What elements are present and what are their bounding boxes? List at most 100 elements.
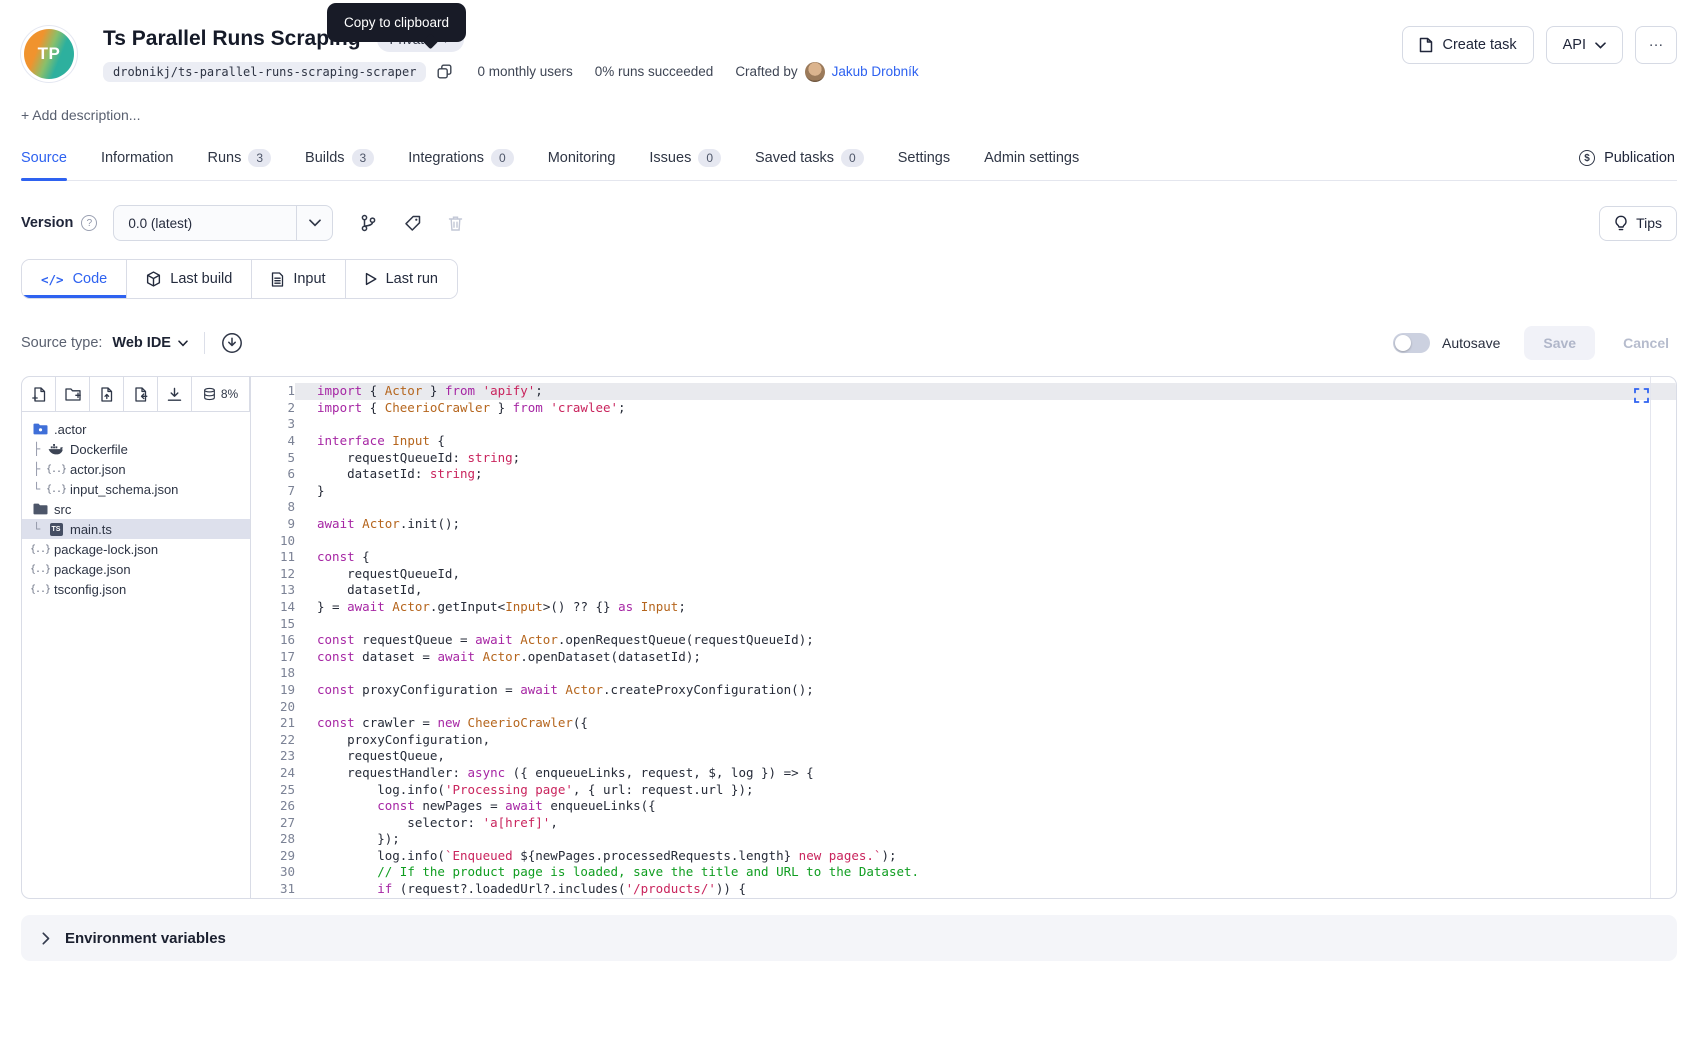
code-line[interactable]: 25 log.info('Processing page', { url: re… — [251, 782, 1676, 799]
code-line[interactable]: 1import { Actor } from 'apify'; — [251, 383, 1676, 400]
code-line[interactable]: 14} = await Actor.getInput<Input>() ?? {… — [251, 599, 1676, 616]
file-tree-item-main-ts[interactable]: └TSmain.ts — [22, 519, 250, 539]
view-tab-last-run[interactable]: Last run — [345, 260, 457, 298]
tab-saved-tasks[interactable]: Saved tasks0 — [755, 136, 864, 180]
line-number: 4 — [251, 433, 295, 450]
code-line[interactable]: 23 requestQueue, — [251, 748, 1676, 765]
code-line[interactable]: 18 — [251, 665, 1676, 682]
cancel-button[interactable]: Cancel — [1623, 335, 1669, 351]
chevron-down-icon — [296, 206, 332, 240]
tab-monitoring[interactable]: Monitoring — [548, 136, 616, 180]
help-icon[interactable] — [81, 215, 97, 231]
fullscreen-icon[interactable] — [1634, 388, 1649, 403]
tab-settings[interactable]: Settings — [898, 136, 950, 180]
delete-version-icon[interactable] — [448, 215, 463, 232]
file-tree-item-dockerfile[interactable]: ├Dockerfile — [22, 439, 250, 459]
braces-icon: {..} — [31, 584, 49, 595]
code-line[interactable]: 15 — [251, 616, 1676, 633]
line-content: log.info('Processing page', { url: reque… — [295, 782, 1676, 799]
code-line[interactable]: 30 // If the product page is loaded, sav… — [251, 864, 1676, 881]
code-line[interactable]: 13 datasetId, — [251, 582, 1676, 599]
header: TP Ts Parallel Runs Scraping Private dro… — [21, 26, 1677, 82]
api-button[interactable]: API — [1546, 26, 1623, 64]
new-folder-icon[interactable] — [56, 377, 90, 411]
tab-information[interactable]: Information — [101, 136, 174, 180]
create-task-button[interactable]: Create task — [1402, 26, 1533, 64]
file-tree-item-tsconfig-json[interactable]: {..}tsconfig.json — [22, 579, 250, 599]
autosave-toggle[interactable] — [1393, 333, 1430, 353]
new-file-icon[interactable] — [22, 377, 56, 411]
line-number: 7 — [251, 483, 295, 500]
version-select-value: 0.0 (latest) — [114, 216, 296, 231]
line-content: const proxyConfiguration = await Actor.c… — [295, 682, 1676, 699]
code-line[interactable]: 11const { — [251, 549, 1676, 566]
tab-publication[interactable]: Publication — [1579, 136, 1675, 180]
line-content: requestQueueId: string; — [295, 450, 1676, 467]
tab-runs[interactable]: Runs3 — [208, 136, 272, 180]
view-tab-last-build[interactable]: Last build — [126, 260, 251, 298]
code-line[interactable]: 10 — [251, 533, 1676, 550]
tab-issues[interactable]: Issues0 — [649, 136, 721, 180]
view-tab-input[interactable]: Input — [251, 260, 344, 298]
code-line[interactable]: 29 log.info(`Enqueued ${newPages.process… — [251, 848, 1676, 865]
tab-badge: 0 — [841, 149, 864, 167]
code-line[interactable]: 27 selector: 'a[href]', — [251, 815, 1676, 832]
upload-file-icon[interactable] — [90, 377, 124, 411]
tree-connector: ├ — [33, 442, 47, 456]
tab-admin-settings[interactable]: Admin settings — [984, 136, 1079, 180]
code-line[interactable]: 31 if (request?.loadedUrl?.includes('/pr… — [251, 881, 1676, 898]
line-content — [295, 665, 1676, 682]
save-button[interactable]: Save — [1524, 326, 1595, 360]
line-number: 28 — [251, 831, 295, 848]
code-line[interactable]: 5 requestQueueId: string; — [251, 450, 1676, 467]
tab-source[interactable]: Source — [21, 136, 67, 180]
line-number: 27 — [251, 815, 295, 832]
code-editor[interactable]: 1import { Actor } from 'apify';2import {… — [251, 377, 1676, 898]
git-branch-icon[interactable] — [360, 214, 377, 232]
code-line[interactable]: 12 requestQueueId, — [251, 566, 1676, 583]
code-line[interactable]: 8 — [251, 499, 1676, 516]
tree-connector: └ — [33, 482, 47, 496]
tab-builds[interactable]: Builds3 — [305, 136, 374, 180]
copy-icon[interactable] — [434, 61, 455, 82]
file-tree-item-package-json[interactable]: {..}package.json — [22, 559, 250, 579]
environment-variables-label: Environment variables — [65, 930, 226, 947]
view-tab-code[interactable]: </>Code — [22, 260, 126, 298]
code-line[interactable]: 4interface Input { — [251, 433, 1676, 450]
file-tree-item-input-schema-json[interactable]: └{..}input_schema.json — [22, 479, 250, 499]
file-tree-item-package-lock-json[interactable]: {..}package-lock.json — [22, 539, 250, 559]
code-line[interactable]: 3 — [251, 416, 1676, 433]
tips-button[interactable]: Tips — [1599, 206, 1677, 241]
code-line[interactable]: 20 — [251, 699, 1676, 716]
code-line[interactable]: 9await Actor.init(); — [251, 516, 1676, 533]
environment-variables-panel[interactable]: Environment variables — [21, 915, 1677, 961]
source-type-select[interactable]: Web IDE — [112, 335, 188, 351]
download-source-icon[interactable] — [221, 332, 243, 354]
code-line[interactable]: 28 }); — [251, 831, 1676, 848]
version-select[interactable]: 0.0 (latest) — [113, 205, 333, 241]
tag-icon[interactable] — [404, 215, 421, 232]
code-line[interactable]: 24 requestHandler: async ({ enqueueLinks… — [251, 765, 1676, 782]
author-link[interactable]: Jakub Drobník — [832, 64, 919, 79]
file-tree-item--actor[interactable]: .actor — [22, 419, 250, 439]
code-line[interactable]: 19const proxyConfiguration = await Actor… — [251, 682, 1676, 699]
code-line[interactable]: 2import { CheerioCrawler } from 'crawlee… — [251, 400, 1676, 417]
storage-usage[interactable]: 8% — [192, 377, 250, 411]
line-content: const dataset = await Actor.openDataset(… — [295, 649, 1676, 666]
download-icon[interactable] — [158, 377, 192, 411]
line-number: 23 — [251, 748, 295, 765]
add-description-link[interactable]: + Add description... — [21, 107, 1677, 123]
code-line[interactable]: 22 proxyConfiguration, — [251, 732, 1676, 749]
code-line[interactable]: 16const requestQueue = await Actor.openR… — [251, 632, 1676, 649]
code-line[interactable]: 17const dataset = await Actor.openDatase… — [251, 649, 1676, 666]
tab-integrations[interactable]: Integrations0 — [408, 136, 513, 180]
code-line[interactable]: 26 const newPages = await enqueueLinks({ — [251, 798, 1676, 815]
editor-scrollbar[interactable] — [1650, 377, 1663, 898]
import-file-icon[interactable] — [124, 377, 158, 411]
code-line[interactable]: 21const crawler = new CheerioCrawler({ — [251, 715, 1676, 732]
file-tree-item-actor-json[interactable]: ├{..}actor.json — [22, 459, 250, 479]
code-line[interactable]: 6 datasetId: string; — [251, 466, 1676, 483]
code-line[interactable]: 7} — [251, 483, 1676, 500]
file-tree-item-src[interactable]: src — [22, 499, 250, 519]
more-actions-button[interactable]: ··· — [1635, 26, 1677, 64]
